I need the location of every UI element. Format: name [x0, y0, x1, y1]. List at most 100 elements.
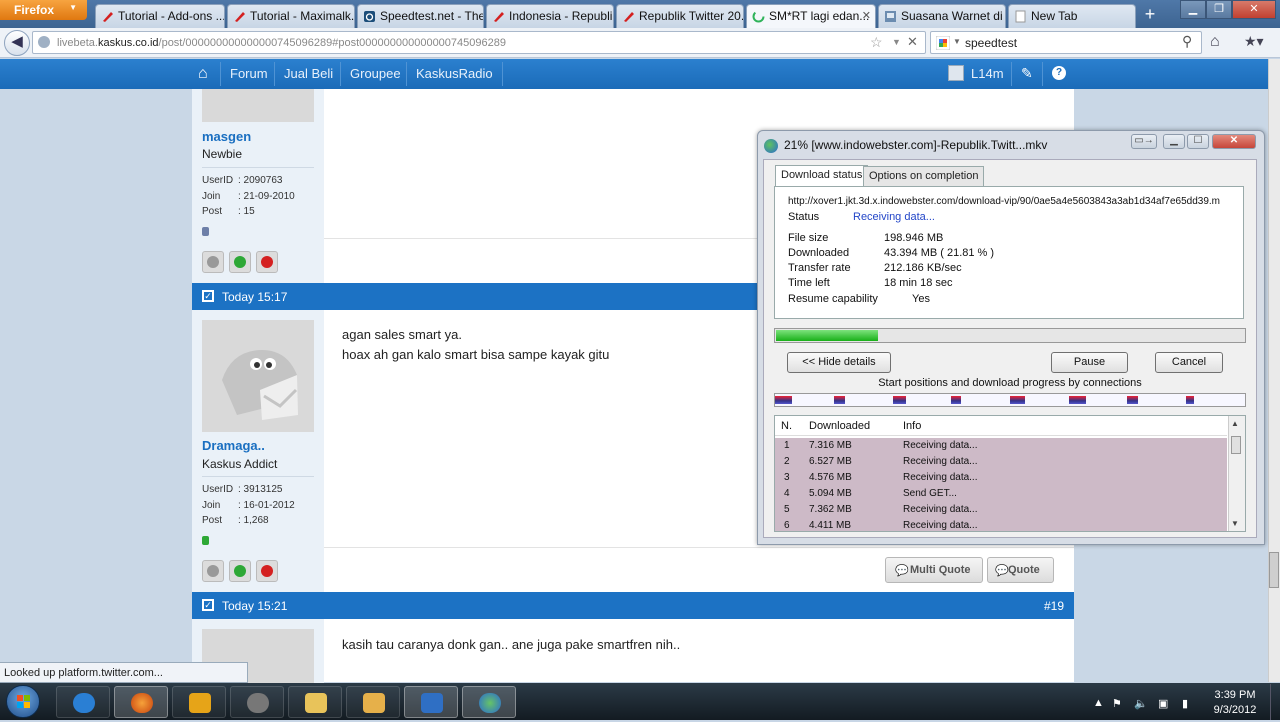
- username-link[interactable]: masgen: [202, 129, 251, 144]
- show-desktop-button[interactable]: [1270, 684, 1280, 720]
- block-user-button[interactable]: [202, 560, 224, 582]
- post-number[interactable]: #19: [1044, 599, 1064, 613]
- taskbar-q-app[interactable]: [404, 686, 458, 718]
- list-scrollbar[interactable]: [1228, 416, 1245, 531]
- avatar[interactable]: [202, 320, 314, 432]
- checkbox-icon[interactable]: ✓: [202, 599, 214, 611]
- flag-icon[interactable]: ⚑: [1112, 697, 1122, 710]
- taskbar-app[interactable]: [230, 686, 284, 718]
- dialog-minimize-button[interactable]: ▁: [1163, 134, 1185, 149]
- dialog-maximize-button[interactable]: ☐: [1187, 134, 1209, 149]
- nav-forum[interactable]: Forum: [230, 66, 268, 81]
- browser-tab[interactable]: New Tab: [1008, 4, 1136, 28]
- username-link[interactable]: Dramaga..: [202, 438, 265, 453]
- browser-tab[interactable]: Indonesia - Republi...: [486, 4, 614, 28]
- resume-capability-label: Resume capability: [788, 293, 878, 305]
- tab-download-status[interactable]: Download status: [775, 165, 869, 186]
- connection-row[interactable]: 1 7.316 MB Receiving data...: [775, 438, 1227, 454]
- scrollbar-thumb[interactable]: [1269, 552, 1279, 588]
- clock[interactable]: 3:39 PM 9/3/2012: [1206, 688, 1264, 718]
- nav-groupee[interactable]: Groupee: [350, 66, 401, 81]
- connection-row[interactable]: 6 4.411 MB Receiving data...: [775, 518, 1227, 531]
- taskbar-mail[interactable]: [346, 686, 400, 718]
- report-button[interactable]: [256, 251, 278, 273]
- close-window-button[interactable]: ✕: [1232, 0, 1276, 19]
- search-icon[interactable]: ⚲: [1182, 33, 1192, 50]
- bookmarks-icon[interactable]: ★▾: [1244, 33, 1264, 50]
- tab-options-on-completion[interactable]: Options on completion: [863, 166, 985, 186]
- new-tab-button[interactable]: +: [1138, 4, 1162, 26]
- search-engine-dropdown-icon[interactable]: ▼: [953, 37, 961, 46]
- report-button[interactable]: [256, 560, 278, 582]
- cancel-button[interactable]: Cancel: [1155, 352, 1223, 373]
- column-header-downloaded[interactable]: Downloaded: [809, 420, 870, 432]
- list-scroll-thumb[interactable]: [1231, 436, 1241, 454]
- search-bar[interactable]: speedtest: [930, 31, 1202, 54]
- maximize-button[interactable]: ❐: [1206, 0, 1232, 19]
- tab-label: Indonesia - Republi...: [509, 9, 614, 23]
- add-reputation-button[interactable]: [229, 560, 251, 582]
- post-header: ✓ Today 15:21 #19: [192, 592, 1074, 619]
- avatar[interactable]: [202, 89, 314, 122]
- history-dropdown-icon[interactable]: ▼: [892, 37, 901, 47]
- home-icon[interactable]: ⌂: [1210, 33, 1220, 51]
- hide-details-button[interactable]: << Hide details: [787, 352, 891, 373]
- google-icon[interactable]: [936, 36, 950, 50]
- back-button[interactable]: ◀: [4, 30, 30, 56]
- post-body-line: hoax ah gan kalo smart bisa sampe kayak …: [342, 347, 610, 362]
- connection-row[interactable]: 5 7.362 MB Receiving data...: [775, 502, 1227, 518]
- browser-tab[interactable]: Speedtest.net - The...: [357, 4, 484, 28]
- scroll-down-icon[interactable]: ▼: [1231, 519, 1239, 528]
- checkbox-icon[interactable]: ✓: [202, 290, 214, 302]
- site-identity-icon[interactable]: [38, 36, 50, 48]
- start-button[interactable]: [6, 685, 40, 718]
- nav-jual-beli[interactable]: Jual Beli: [284, 66, 333, 81]
- multi-quote-button[interactable]: 💬 Multi Quote: [885, 557, 983, 583]
- browser-tab-active[interactable]: SM*RT lagi edan... ✕: [746, 4, 876, 28]
- browser-tab[interactable]: Suasana Warnet di ...: [878, 4, 1006, 28]
- connection-row[interactable]: 4 5.094 MB Send GET...: [775, 486, 1227, 502]
- minimize-button[interactable]: ▁: [1180, 0, 1206, 19]
- home-nav-icon[interactable]: ⌂: [198, 65, 208, 83]
- network-icon[interactable]: ▣: [1158, 697, 1168, 710]
- connection-info: Receiving data...: [903, 440, 978, 451]
- column-header-n[interactable]: N.: [781, 420, 792, 432]
- pause-button[interactable]: Pause: [1051, 352, 1128, 373]
- taskbar-winamp[interactable]: [172, 686, 226, 718]
- volume-icon[interactable]: 🔈: [1134, 697, 1148, 710]
- connection-row[interactable]: 3 4.576 MB Receiving data...: [775, 470, 1227, 486]
- add-reputation-button[interactable]: [229, 251, 251, 273]
- url-bar[interactable]: livebeta.kaskus.co.id/post/0000000000000…: [32, 31, 926, 54]
- block-user-button[interactable]: [202, 251, 224, 273]
- site-navbar: [0, 59, 1268, 89]
- nav-kaskusradio[interactable]: KaskusRadio: [416, 66, 493, 81]
- file-size-value: 198.946 MB: [884, 232, 944, 244]
- close-tab-icon[interactable]: ✕: [862, 9, 871, 22]
- browser-tab[interactable]: Tutorial - Maximalk...: [227, 4, 355, 28]
- to-tray-button[interactable]: ▭→: [1131, 134, 1157, 149]
- taskbar-ie[interactable]: [56, 686, 110, 718]
- firefox-menu-button[interactable]: Firefox ▼: [0, 0, 87, 20]
- show-hidden-icons[interactable]: ▲: [1093, 697, 1104, 709]
- page-scrollbar[interactable]: [1268, 59, 1280, 682]
- help-icon[interactable]: ?: [1052, 66, 1066, 80]
- user-avatar-small[interactable]: [948, 65, 964, 81]
- quote-button[interactable]: 💬 Quote: [987, 557, 1054, 583]
- nav-username[interactable]: L14m: [971, 66, 1004, 81]
- taskbar-explorer[interactable]: [288, 686, 342, 718]
- page-icon: [885, 11, 896, 22]
- browser-tab[interactable]: Tutorial - Add-ons ...: [95, 4, 225, 28]
- taskbar-idm[interactable]: [462, 686, 516, 718]
- edit-icon[interactable]: ✎: [1021, 65, 1033, 82]
- column-header-info[interactable]: Info: [903, 420, 921, 432]
- scroll-up-icon[interactable]: ▲: [1231, 419, 1239, 428]
- connection-row[interactable]: 2 6.527 MB Receiving data...: [775, 454, 1227, 470]
- nav-divider: [1011, 62, 1012, 86]
- battery-icon[interactable]: ▮: [1182, 697, 1188, 710]
- taskbar-firefox[interactable]: [114, 686, 168, 718]
- browser-tab[interactable]: Republik Twitter 20...: [616, 4, 744, 28]
- bookmark-star-icon[interactable]: ☆: [870, 34, 883, 51]
- dialog-close-button[interactable]: ✕: [1212, 134, 1256, 149]
- stop-icon[interactable]: ✕: [907, 34, 918, 50]
- userid-value: : 3913125: [238, 484, 283, 495]
